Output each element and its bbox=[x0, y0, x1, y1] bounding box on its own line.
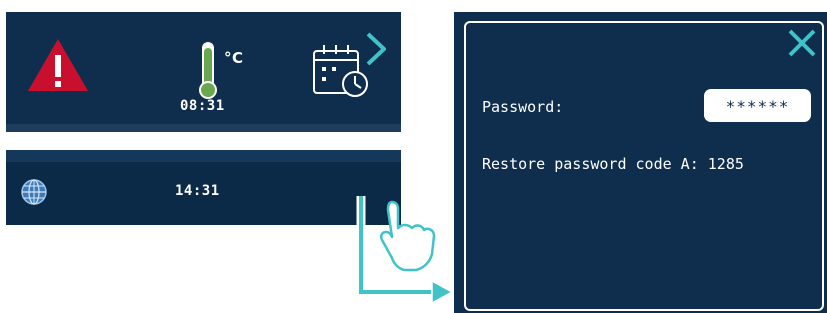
bottom-time-display: 14:31 bbox=[175, 183, 220, 199]
bottom-status-panel: 14:31 bbox=[6, 150, 401, 225]
screen: °C 08:31 14:31 Password: ****** Restore … bbox=[0, 0, 827, 313]
warning-triangle-icon[interactable] bbox=[26, 37, 90, 93]
chevron-right-icon[interactable] bbox=[362, 32, 390, 66]
globe-icon[interactable] bbox=[20, 178, 48, 206]
restore-password-code-text: Restore password code A: 1285 bbox=[482, 155, 744, 173]
password-label: Password: bbox=[482, 98, 564, 116]
close-icon[interactable] bbox=[787, 28, 817, 58]
temperature-unit: °C bbox=[224, 49, 244, 67]
password-field[interactable]: ****** bbox=[704, 89, 811, 122]
top-status-panel: °C 08:31 bbox=[6, 12, 401, 132]
top-time-display: 08:31 bbox=[180, 98, 225, 114]
thermometer-icon bbox=[199, 42, 217, 99]
